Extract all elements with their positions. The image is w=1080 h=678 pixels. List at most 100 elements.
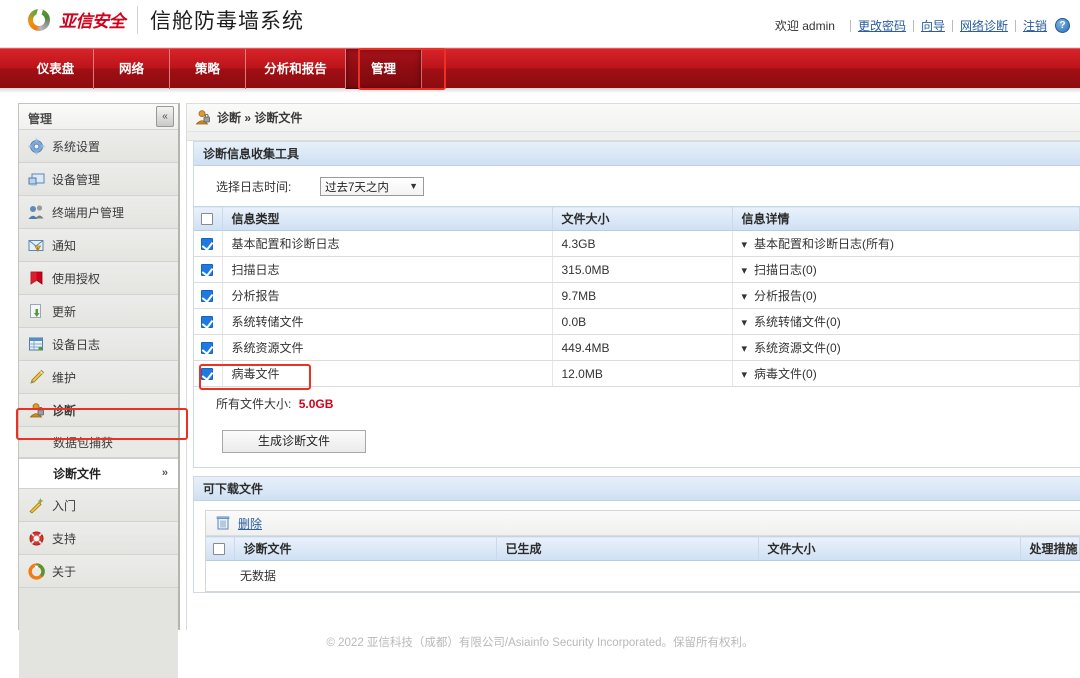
- row-checkbox[interactable]: [201, 290, 213, 302]
- sidebar-item-label: 维护: [52, 369, 76, 386]
- log-time-filter: 选择日志时间: 过去7天之内 ▼: [194, 175, 1080, 206]
- sidebar-empty-area: [19, 588, 178, 678]
- column-actions: 处理措施: [1020, 537, 1080, 561]
- tab-policy[interactable]: 策略: [170, 49, 246, 89]
- nav-tab-list: 仪表盘 网络 策略 分析和报告 管理: [18, 49, 422, 89]
- sidebar-item-update[interactable]: 更新: [19, 295, 178, 328]
- cell-info-detail[interactable]: ▾系统资源文件(0): [732, 335, 1080, 361]
- person-lock-icon: [28, 402, 45, 419]
- select-all-checkbox[interactable]: [201, 213, 213, 225]
- cell-info-detail[interactable]: ▾ 分析报告(0): [732, 283, 1080, 309]
- sidebar-subitem-diagnostic-files[interactable]: 诊断文件 »: [19, 458, 178, 489]
- sidebar-header: 管理 «: [19, 104, 178, 130]
- tab-administration[interactable]: 管理: [346, 49, 422, 89]
- table-header-row: 信息类型 文件大小 信息详情: [194, 207, 1080, 231]
- tab-network[interactable]: 网络: [94, 49, 170, 89]
- cell-info-detail[interactable]: ▾ 基本配置和诊断日志(所有): [732, 231, 1080, 257]
- sidebar-subitem-label: 数据包捕获: [53, 434, 113, 451]
- sidebar-item-label: 系统设置: [52, 138, 100, 155]
- column-generated: 已生成: [496, 537, 758, 561]
- select-all-header: [194, 207, 222, 231]
- divider: [952, 20, 953, 32]
- cell-info-detail[interactable]: ▾ 系统转储文件(0): [732, 309, 1080, 335]
- downloads-inner: 删除 诊断文件 已生成 文件大小: [205, 510, 1080, 592]
- select-all-header: [206, 537, 234, 561]
- sidebar-subitem-packet-capture[interactable]: 数据包捕获: [19, 427, 178, 458]
- circle-logo-icon: [28, 563, 45, 580]
- logout-link[interactable]: 注销: [1023, 17, 1047, 34]
- sidebar-item-system-settings[interactable]: 系统设置: [19, 130, 178, 163]
- row-checkbox[interactable]: [201, 316, 213, 328]
- page-body: 管理 « 系统设置 设备管理 终端用户管理 通知: [0, 95, 1080, 630]
- column-diagnostic-file: 诊断文件: [234, 537, 496, 561]
- sidebar-item-support[interactable]: 支持: [19, 522, 178, 555]
- sidebar-item-label: 设备日志: [52, 336, 100, 353]
- cell-info-detail[interactable]: ▾ 扫描日志(0): [732, 257, 1080, 283]
- row-checkbox[interactable]: [201, 368, 213, 380]
- sidebar-item-about[interactable]: 关于: [19, 555, 178, 588]
- tab-dashboard[interactable]: 仪表盘: [18, 49, 94, 89]
- cell-file-size: 315.0MB: [552, 257, 732, 283]
- help-icon[interactable]: ?: [1055, 18, 1070, 33]
- detail-text: 扫描日志(0): [754, 263, 817, 277]
- app-header: 亚信安全 信舱防毒墙系统 欢迎 admin 更改密码 向导 网络诊断 注销 ?: [0, 0, 1080, 48]
- table-header-row: 诊断文件 已生成 文件大小 处理措施: [206, 537, 1080, 561]
- sidebar-item-label: 入门: [52, 497, 76, 514]
- cell-file-size: 12.0MB: [552, 361, 732, 387]
- column-info-type: 信息类型: [222, 207, 552, 231]
- brand-name: 亚信安全: [59, 7, 125, 32]
- detail-text: 系统资源文件(0): [754, 341, 841, 355]
- detail-text: 基本配置和诊断日志(所有): [754, 237, 894, 251]
- sidebar-item-device-logs[interactable]: 设备日志: [19, 328, 178, 361]
- row-checkbox[interactable]: [201, 342, 213, 354]
- sidebar-item-diagnostics[interactable]: 诊断: [19, 394, 178, 427]
- sidebar-item-maintenance[interactable]: 维护: [19, 361, 178, 394]
- tab-analysis-reports[interactable]: 分析和报告: [246, 49, 346, 89]
- cell-file-size: 449.4MB: [552, 335, 732, 361]
- chevron-right-icon: »: [162, 467, 168, 479]
- sidebar-collapse-button[interactable]: «: [156, 106, 174, 127]
- chevron-down-icon: ▾: [742, 238, 748, 251]
- chevron-down-icon: ▼: [409, 181, 418, 191]
- chevron-down-icon: ▾: [742, 316, 748, 329]
- change-password-link[interactable]: 更改密码: [858, 17, 906, 34]
- detail-text: 病毒文件(0): [754, 367, 817, 381]
- generate-diagnostic-file-button[interactable]: 生成诊断文件: [222, 430, 366, 453]
- sidebar-item-device-management[interactable]: 设备管理: [19, 163, 178, 196]
- cell-file-size: 4.3GB: [552, 231, 732, 257]
- sidebar-item-label: 关于: [52, 563, 76, 580]
- cell-info-detail[interactable]: ▾病毒文件(0): [732, 361, 1080, 387]
- table-row: 系统资源文件 449.4MB ▾系统资源文件(0): [194, 335, 1080, 361]
- table-log-icon: [28, 336, 45, 353]
- generate-button-row: 生成诊断文件: [194, 412, 1080, 463]
- log-time-select[interactable]: 过去7天之内 ▼: [320, 177, 424, 196]
- cell-info-type: 病毒文件: [222, 361, 552, 387]
- diagnostic-collection-panel: 诊断信息收集工具 选择日志时间: 过去7天之内 ▼: [193, 141, 1080, 468]
- sidebar-title: 管理: [28, 110, 52, 127]
- chevron-down-icon: ▾: [742, 264, 748, 277]
- row-checkbox[interactable]: [201, 238, 213, 250]
- detail-text: 系统转储文件(0): [754, 315, 841, 329]
- bookmark-icon: [28, 270, 45, 287]
- total-size-value: 5.0GB: [299, 397, 334, 411]
- sidebar-item-notifications[interactable]: 通知: [19, 229, 178, 262]
- cell-file-size: 0.0B: [552, 309, 732, 335]
- chevron-down-icon: ▾: [742, 290, 748, 303]
- detail-text: 分析报告(0): [754, 289, 817, 303]
- delete-action[interactable]: 删除: [216, 515, 262, 532]
- divider: [1015, 20, 1016, 32]
- sidebar-item-label: 支持: [52, 530, 76, 547]
- nav-shadow: [0, 88, 1080, 93]
- wizard-link[interactable]: 向导: [921, 17, 945, 34]
- main-nav: 仪表盘 网络 策略 分析和报告 管理: [0, 48, 1080, 88]
- brand: 亚信安全: [28, 7, 125, 32]
- row-checkbox[interactable]: [201, 264, 213, 276]
- sidebar-item-getting-started[interactable]: 入门: [19, 489, 178, 522]
- sidebar-item-license[interactable]: 使用授权: [19, 262, 178, 295]
- select-all-checkbox[interactable]: [213, 543, 225, 555]
- user-bar: 欢迎 admin 更改密码 向导 网络诊断 注销 ?: [775, 17, 1070, 34]
- network-diagnostics-link[interactable]: 网络诊断: [960, 17, 1008, 34]
- log-time-label: 选择日志时间:: [216, 178, 320, 195]
- cell-info-type: 系统转储文件: [222, 309, 552, 335]
- sidebar-item-end-user-management[interactable]: 终端用户管理: [19, 196, 178, 229]
